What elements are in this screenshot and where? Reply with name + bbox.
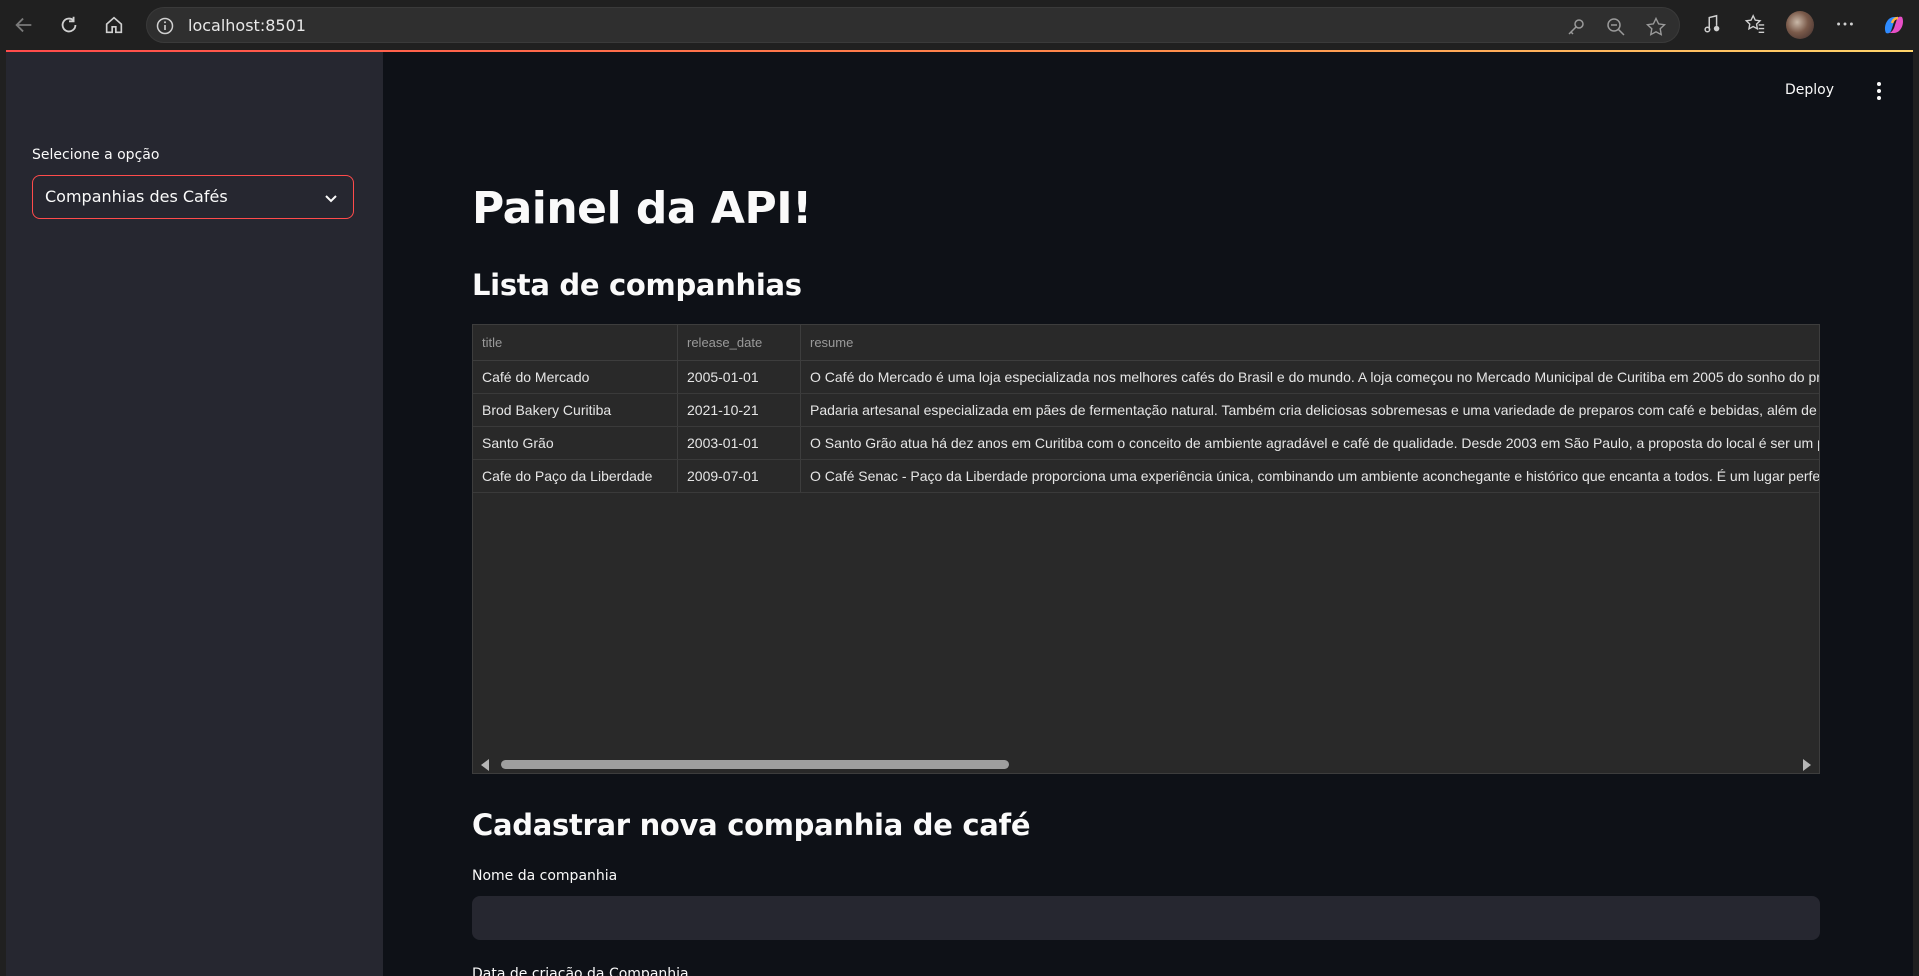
register-company-heading: Cadastrar nova companhia de café	[472, 808, 1031, 842]
table-row[interactable]: Café do Mercado 2005-01-01 O Café do Mer…	[473, 361, 1819, 394]
table-header: title release_date resume	[473, 325, 1819, 361]
media-icon[interactable]	[1699, 11, 1725, 37]
home-icon[interactable]	[98, 9, 130, 41]
cell-release-date[interactable]: 2021-10-21	[678, 394, 801, 426]
selected-option-text[interactable]: Companhias des Cafés	[45, 187, 228, 206]
cell-resume[interactable]: O Café do Mercado é uma loja especializa…	[801, 361, 1819, 393]
cell-resume[interactable]: O Santo Grão atua há dez anos em Curitib…	[801, 427, 1819, 459]
chevron-down-icon[interactable]	[323, 190, 339, 206]
zoom-out-icon[interactable]	[1605, 16, 1627, 38]
cell-title[interactable]: Cafe do Paço da Liberdade	[473, 460, 678, 492]
horizontal-scrollbar[interactable]	[473, 755, 1819, 773]
column-header-resume[interactable]: resume	[801, 325, 1819, 360]
cell-release-date[interactable]: 2005-01-01	[678, 361, 801, 393]
company-name-label: Nome da companhia	[472, 868, 618, 884]
companies-list-heading: Lista de companhias	[472, 268, 802, 302]
favorites-icon[interactable]	[1742, 11, 1768, 37]
column-header-release-date[interactable]: release_date	[678, 325, 801, 360]
address-bar[interactable]: localhost:8501	[146, 7, 1680, 43]
table-row[interactable]: Cafe do Paço da Liberdade 2009-07-01 O C…	[473, 460, 1819, 493]
cell-resume[interactable]: Padaria artesanal especializada em pães …	[801, 394, 1819, 426]
cell-title[interactable]: Santo Grão	[473, 427, 678, 459]
select-option-label: Selecione a opção	[32, 147, 160, 163]
scroll-left-icon[interactable]	[481, 759, 489, 771]
cell-resume[interactable]: O Café Senac - Paço da Liberdade proporc…	[801, 460, 1819, 492]
column-header-title[interactable]: title	[473, 325, 678, 360]
table-row[interactable]: Santo Grão 2003-01-01 O Santo Grão atua …	[473, 427, 1819, 460]
company-date-label: Data de criação da Companhia	[472, 966, 689, 976]
profile-avatar[interactable]	[1786, 11, 1814, 39]
scroll-right-icon[interactable]	[1803, 759, 1811, 771]
option-selectbox[interactable]: Companhias des Cafés	[32, 175, 354, 219]
cell-release-date[interactable]: 2003-01-01	[678, 427, 801, 459]
scrollbar-thumb[interactable]	[501, 760, 1009, 769]
browser-toolbar: localhost:8501	[0, 0, 1919, 50]
page-title: Painel da API!	[472, 183, 812, 234]
cell-title[interactable]: Brod Bakery Curitiba	[473, 394, 678, 426]
more-options-icon[interactable]	[1832, 11, 1858, 37]
companies-dataframe[interactable]: title release_date resume Café do Mercad…	[472, 324, 1820, 774]
table-row[interactable]: Brod Bakery Curitiba 2021-10-21 Padaria …	[473, 394, 1819, 427]
app-page: Selecione a opção Companhias des Cafés D…	[6, 50, 1913, 976]
reload-icon[interactable]	[53, 9, 85, 41]
copilot-icon[interactable]	[1880, 11, 1908, 39]
cell-release-date[interactable]: 2009-07-01	[678, 460, 801, 492]
deploy-button[interactable]: Deploy	[1785, 82, 1834, 98]
favorite-star-icon[interactable]	[1645, 16, 1667, 38]
company-name-input[interactable]	[472, 896, 1820, 940]
site-info-icon[interactable]	[155, 16, 175, 36]
main-menu-icon[interactable]	[1869, 80, 1889, 102]
url-text[interactable]: localhost:8501	[188, 16, 306, 35]
key-icon[interactable]	[1565, 16, 1587, 38]
sidebar: Selecione a opção Companhias des Cafés	[6, 52, 383, 976]
back-icon[interactable]	[8, 9, 40, 41]
cell-title[interactable]: Café do Mercado	[473, 361, 678, 393]
